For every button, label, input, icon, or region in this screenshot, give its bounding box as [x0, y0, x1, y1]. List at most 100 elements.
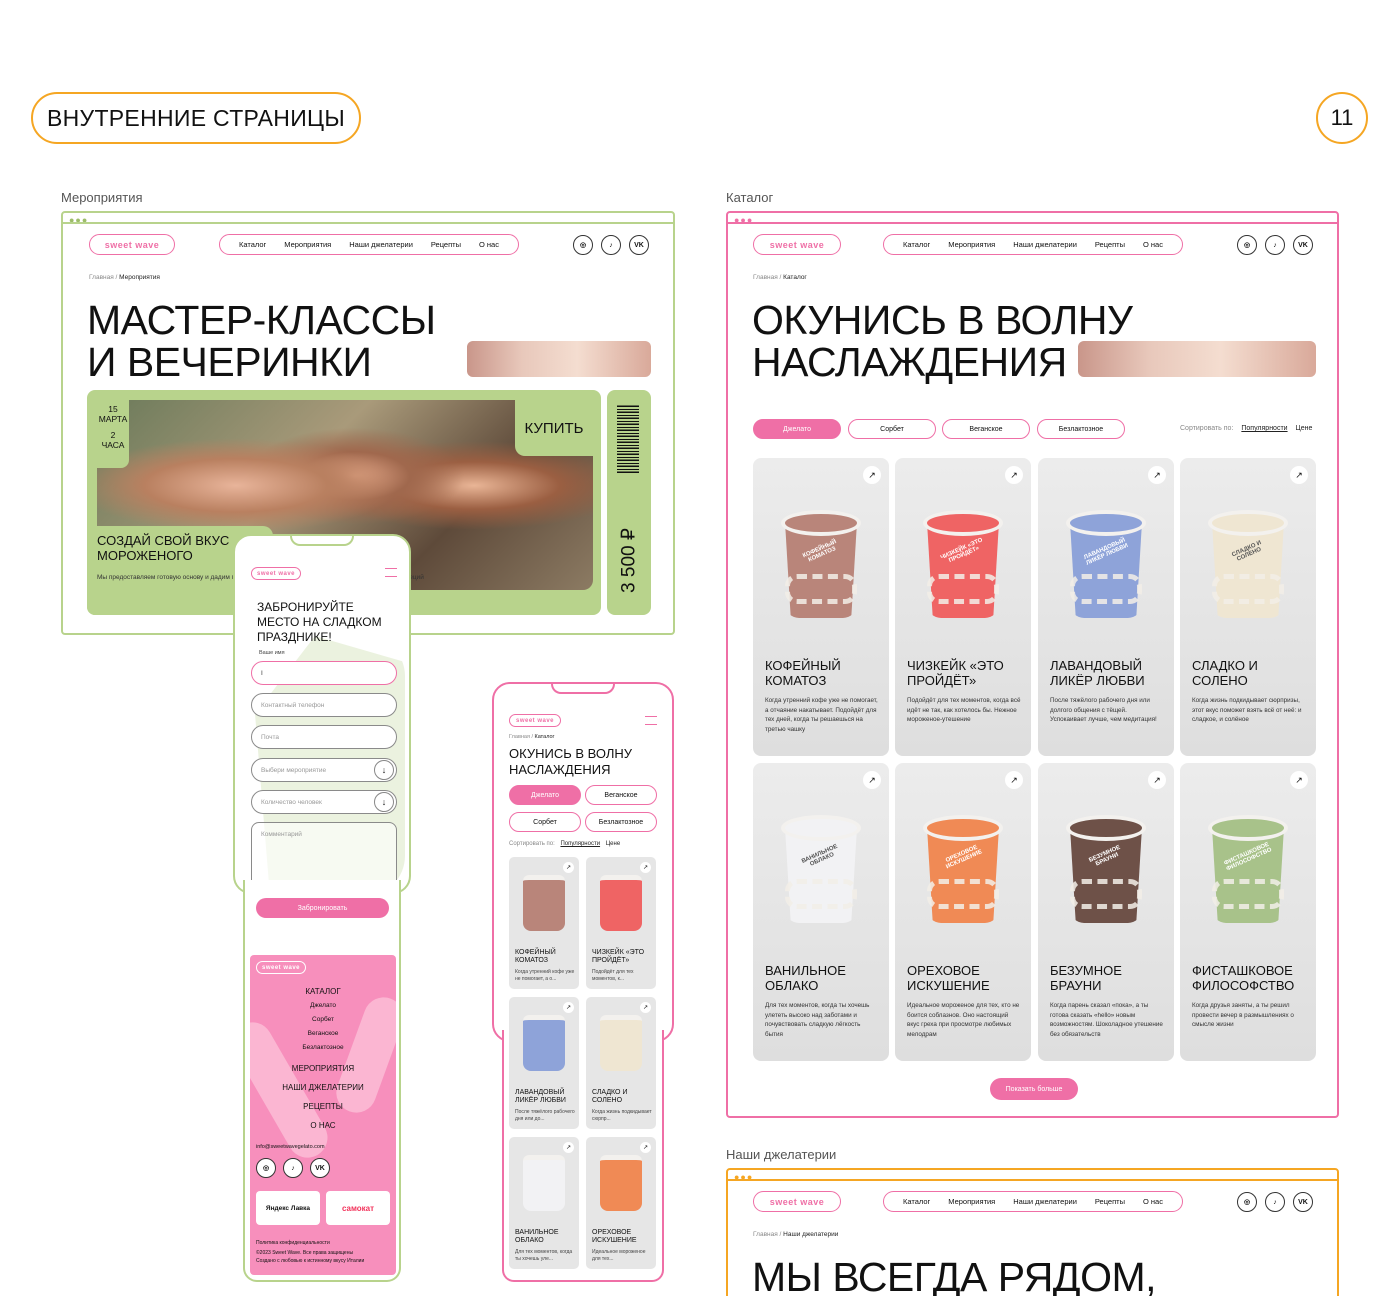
- mobile-product-card[interactable]: ↗ СЛАДКО И СОЛЕНО Когда жизнь подкидывает …: [586, 997, 656, 1129]
- nav-catalog[interactable]: Каталог: [903, 1197, 930, 1206]
- yandex-lavka-button[interactable]: Яндекс Лавка: [256, 1191, 320, 1225]
- footer-gelaterias[interactable]: НАШИ ДЖЕЛАТЕРИИ: [250, 1078, 396, 1097]
- arrow-icon[interactable]: ↗: [863, 771, 881, 789]
- footer-sub-vegan[interactable]: Веганское: [250, 1027, 396, 1041]
- nav-about[interactable]: О нас: [1143, 240, 1163, 249]
- nav-about[interactable]: О нас: [479, 240, 499, 249]
- nav-catalog[interactable]: Каталог: [239, 240, 266, 249]
- nav-events[interactable]: Мероприятия: [284, 240, 331, 249]
- footer-catalog[interactable]: КАТАЛОГ: [250, 985, 396, 999]
- phone-field[interactable]: Контактный телефон: [251, 693, 397, 717]
- chevron-down-icon[interactable]: ↓: [374, 760, 394, 780]
- tiktok-icon[interactable]: ♪: [1265, 235, 1285, 255]
- footer-email[interactable]: info@sweetwavegelato.com: [256, 1144, 325, 1150]
- tiktok-icon[interactable]: ♪: [1265, 1192, 1285, 1212]
- footer-events[interactable]: МЕРОПРИЯТИЯ: [250, 1059, 396, 1078]
- mobile-product-card[interactable]: ↗ ЛАВАНДОВЫЙ ЛИКЁР ЛЮБВИ После тяжёлого ра…: [509, 997, 579, 1129]
- vk-icon[interactable]: VK: [629, 235, 649, 255]
- crumb-home[interactable]: Главная: [753, 274, 778, 281]
- product-card[interactable]: ↗ ВАНИЛЬНОЕ ОБЛАКО ВАНИЛЬНОЕ ОБЛАКО Для тех…: [753, 763, 889, 1061]
- nav-recipes[interactable]: Рецепты: [1095, 240, 1125, 249]
- tiktok-icon[interactable]: ♪: [601, 235, 621, 255]
- name-field[interactable]: I: [251, 661, 397, 685]
- nav-recipes[interactable]: Рецепты: [431, 240, 461, 249]
- vk-icon[interactable]: VK: [1293, 235, 1313, 255]
- arrow-icon[interactable]: ↗: [1290, 771, 1308, 789]
- sort-price[interactable]: Цене: [606, 841, 620, 847]
- vk-icon[interactable]: VK: [1293, 1192, 1313, 1212]
- nav-about[interactable]: О нас: [1143, 1197, 1163, 1206]
- brand-logo[interactable]: sweet wave: [251, 567, 301, 580]
- arrow-icon[interactable]: ↗: [1290, 466, 1308, 484]
- filter-lactose-free[interactable]: Безлактозное: [585, 812, 657, 832]
- brand-logo[interactable]: sweet wave: [509, 714, 561, 727]
- nav-gelaterias[interactable]: Наши джелатерии: [349, 240, 413, 249]
- arrow-icon[interactable]: ↗: [640, 1142, 651, 1153]
- product-card[interactable]: ↗ СЛАДКО И СОЛЕНО СЛАДКО И СОЛЕНО Когда жиз…: [1180, 458, 1316, 756]
- nav-events[interactable]: Мероприятия: [948, 1197, 995, 1206]
- footer-sub-gelato[interactable]: Джелато: [250, 999, 396, 1013]
- mobile-product-card[interactable]: ↗ ЧИЗКЕЙК «ЭТО ПРОЙДЁТ» Подойдёт для тех м…: [586, 857, 656, 989]
- mobile-product-card[interactable]: ↗ ВАНИЛЬНОЕ ОБЛАКО Для тех моментов, когда…: [509, 1137, 579, 1269]
- menu-icon[interactable]: [385, 568, 397, 577]
- instagram-icon[interactable]: ◎: [256, 1158, 276, 1178]
- nav-recipes[interactable]: Рецепты: [1095, 1197, 1125, 1206]
- filter-sorbet[interactable]: Сорбет: [848, 419, 936, 439]
- filter-vegan[interactable]: Веганское: [585, 785, 657, 805]
- crumb-home[interactable]: Главная: [753, 1231, 778, 1238]
- brand-logo[interactable]: sweet wave: [89, 234, 175, 255]
- email-field[interactable]: Почта: [251, 725, 397, 749]
- instagram-icon[interactable]: ◎: [1237, 1192, 1257, 1212]
- instagram-icon[interactable]: ◎: [1237, 235, 1257, 255]
- buy-button[interactable]: КУПИТЬ: [515, 400, 593, 456]
- arrow-icon[interactable]: ↗: [563, 1002, 574, 1013]
- show-more-button[interactable]: Показать больше: [990, 1078, 1078, 1100]
- product-card[interactable]: ↗ ФИСТАШКОВОЕ ФИЛОСОФСТВО ФИСТАШКОВОЕ ФИЛО…: [1180, 763, 1316, 1061]
- filter-sorbet[interactable]: Сорбет: [509, 812, 581, 832]
- mobile-product-card[interactable]: ↗ ОРЕХОВОЕ ИСКУШЕНИЕ Идеальное мороженое д…: [586, 1137, 656, 1269]
- nav-gelaterias[interactable]: Наши джелатерии: [1013, 240, 1077, 249]
- samokat-button[interactable]: самокат: [326, 1191, 390, 1225]
- arrow-icon[interactable]: ↗: [640, 1002, 651, 1013]
- footer-about[interactable]: О НАС: [250, 1116, 396, 1135]
- product-card[interactable]: ↗ КОФЕЙНЫЙ КОМАТОЗ КОФЕЙНЫЙ КОМАТОЗ Когда у…: [753, 458, 889, 756]
- arrow-icon[interactable]: ↗: [563, 862, 574, 873]
- sort-price[interactable]: Цене: [1296, 425, 1313, 432]
- brand-logo[interactable]: sweet wave: [753, 234, 841, 255]
- brand-logo[interactable]: sweet wave: [753, 1191, 841, 1212]
- product-card[interactable]: ↗ БЕЗУМНОЕ БРАУНИ БЕЗУМНОЕ БРАУНИ Когда пар…: [1038, 763, 1174, 1061]
- arrow-icon[interactable]: ↗: [563, 1142, 574, 1153]
- sort-popularity[interactable]: Популярности: [1241, 425, 1287, 432]
- arrow-icon[interactable]: ↗: [640, 862, 651, 873]
- nav-gelaterias[interactable]: Наши джелатерии: [1013, 1197, 1077, 1206]
- arrow-icon[interactable]: ↗: [1148, 771, 1166, 789]
- product-card[interactable]: ↗ ЛАВАНДОВЫЙ ЛИКЁР ЛЮБВИ ЛАВАНДОВЫЙ ЛИКЁР …: [1038, 458, 1174, 756]
- menu-icon[interactable]: [645, 716, 657, 725]
- tiktok-icon[interactable]: ♪: [283, 1158, 303, 1178]
- arrow-icon[interactable]: ↗: [1005, 771, 1023, 789]
- filter-gelato[interactable]: Джелато: [753, 419, 841, 439]
- vk-icon[interactable]: VK: [310, 1158, 330, 1178]
- arrow-icon[interactable]: ↗: [863, 466, 881, 484]
- chevron-down-icon[interactable]: ↓: [374, 792, 394, 812]
- footer-sub-lactose[interactable]: Безлактозное: [250, 1041, 396, 1055]
- sort-popularity[interactable]: Популярности: [560, 841, 600, 847]
- filter-vegan[interactable]: Веганское: [942, 419, 1030, 439]
- nav-catalog[interactable]: Каталог: [903, 240, 930, 249]
- crumb-home[interactable]: Главная: [509, 734, 530, 740]
- nav-events[interactable]: Мероприятия: [948, 240, 995, 249]
- book-button[interactable]: Забронировать: [256, 898, 389, 918]
- product-card[interactable]: ↗ ЧИЗКЕЙК «ЭТО ПРОЙДЁТ» ЧИЗКЕЙК «ЭТО ПРОЙД…: [895, 458, 1031, 756]
- brand-logo[interactable]: sweet wave: [256, 961, 306, 974]
- mobile-product-card[interactable]: ↗ КОФЕЙНЫЙ КОМАТОЗ Когда утренний кофе уже…: [509, 857, 579, 989]
- instagram-icon[interactable]: ◎: [573, 235, 593, 255]
- privacy-link[interactable]: Политика конфиденциальности: [256, 1239, 364, 1247]
- filter-gelato[interactable]: Джелато: [509, 785, 581, 805]
- product-card[interactable]: ↗ ОРЕХОВОЕ ИСКУШЕНИЕ ОРЕХОВОЕ ИСКУШЕНИЕ Иде…: [895, 763, 1031, 1061]
- crumb-home[interactable]: Главная: [89, 274, 114, 281]
- filter-lactose-free[interactable]: Безлактозное: [1037, 419, 1125, 439]
- footer-recipes[interactable]: РЕЦЕПТЫ: [250, 1097, 396, 1116]
- arrow-icon[interactable]: ↗: [1148, 466, 1166, 484]
- footer-sub-sorbet[interactable]: Сорбет: [250, 1013, 396, 1027]
- arrow-icon[interactable]: ↗: [1005, 466, 1023, 484]
